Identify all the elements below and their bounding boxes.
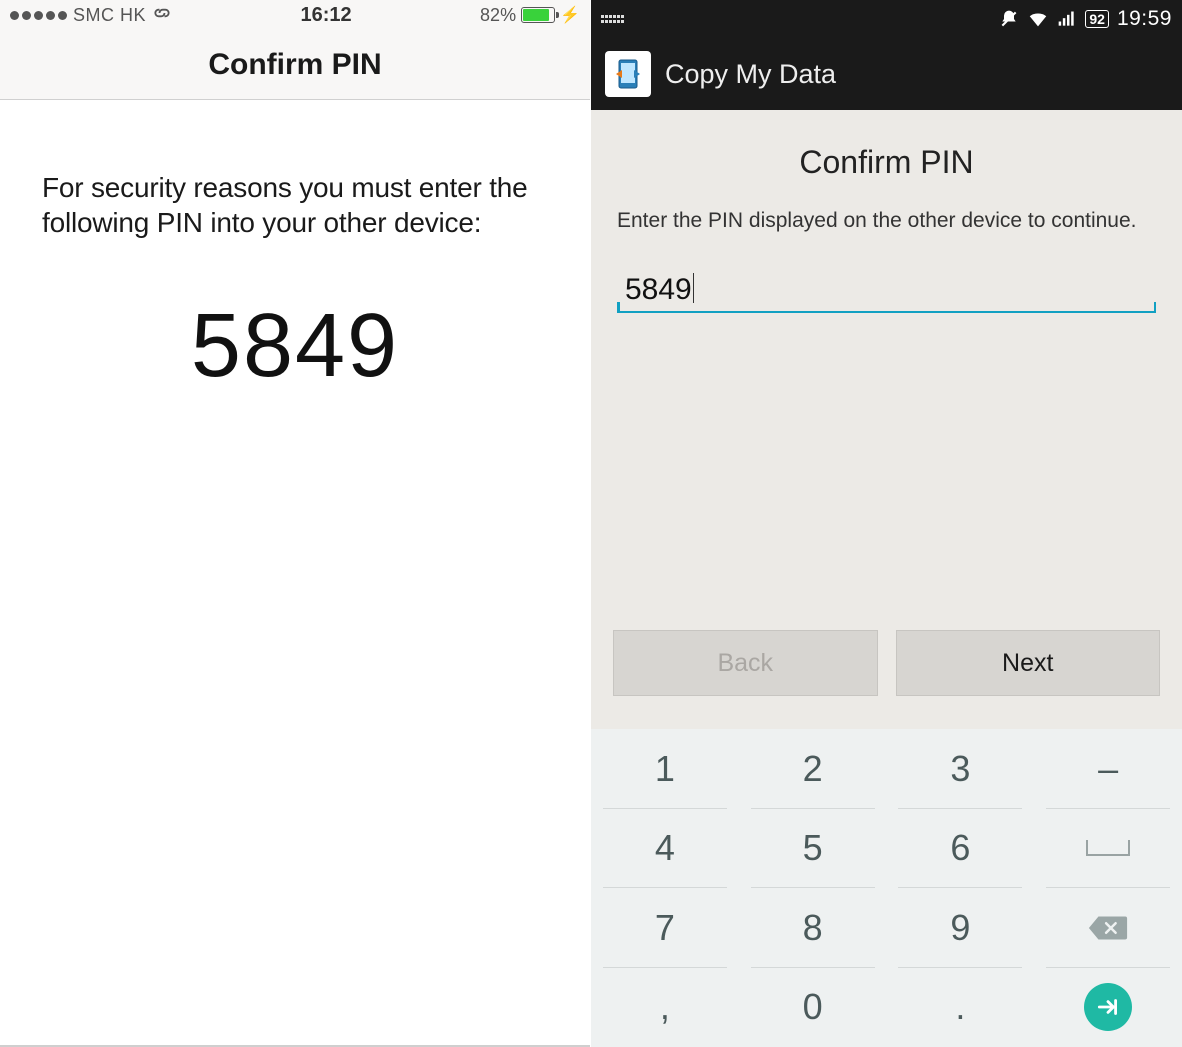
carrier-label: SMC HK [73,5,146,26]
nav-buttons: Back Next [591,630,1182,696]
key-4[interactable]: 4 [591,809,739,889]
ios-clock: 16:12 [300,4,351,27]
mute-icon [999,9,1019,29]
pin-display: 5849 [42,295,548,398]
text-cursor [693,273,695,303]
key-go[interactable] [1034,968,1182,1047]
ios-screen: SMC HK 16:12 82% ⚡ Confirm PIN For secur… [0,0,591,1047]
ios-status-left: SMC HK [10,3,172,28]
charging-bolt-icon: ⚡ [560,5,580,25]
app-title: Copy My Data [665,59,836,90]
android-content: Confirm PIN Enter the PIN displayed on t… [591,110,1182,313]
page-subtext: Enter the PIN displayed on the other dev… [617,207,1156,235]
key-space[interactable] [1034,809,1182,889]
battery-percent-label: 82% [480,5,516,26]
android-status-right: 92 19:59 [999,7,1172,31]
key-backspace[interactable] [1034,888,1182,968]
spacebar-icon [1086,840,1130,856]
ios-status-bar: SMC HK 16:12 82% ⚡ [0,0,590,30]
key-comma[interactable]: , [591,968,739,1047]
nav-title: Confirm PIN [208,48,381,82]
key-0[interactable]: 0 [739,968,887,1047]
key-5[interactable]: 5 [739,809,887,889]
pin-input-wrap[interactable]: 5849 [617,273,1156,313]
app-icon [605,51,651,97]
keyboard-indicator-icon [601,15,624,23]
key-6[interactable]: 6 [887,809,1035,889]
key-dash[interactable]: – [1034,729,1182,809]
go-icon [1084,983,1132,1031]
app-bar: Copy My Data [591,38,1182,110]
instruction-text: For security reasons you must enter the … [42,170,548,240]
key-7[interactable]: 7 [591,888,739,968]
ios-status-right: 82% ⚡ [480,5,580,26]
android-clock: 19:59 [1117,7,1172,31]
key-9[interactable]: 9 [887,888,1035,968]
key-3[interactable]: 3 [887,729,1035,809]
key-dot[interactable]: . [887,968,1035,1047]
key-1[interactable]: 1 [591,729,739,809]
ios-body: For security reasons you must enter the … [0,100,590,398]
numeric-keypad: 1 2 3 – 4 5 6 7 8 9 , 0 . [591,729,1182,1047]
personal-hotspot-icon [152,3,172,28]
ios-nav-bar: Confirm PIN [0,30,590,100]
key-2[interactable]: 2 [739,729,887,809]
back-button[interactable]: Back [613,630,878,696]
signal-dots-icon [10,11,67,20]
android-screen: 92 19:59 Copy My Data Confirm PIN Enter … [591,0,1182,1047]
android-status-bar: 92 19:59 [591,0,1182,38]
battery-level-label: 92 [1085,10,1109,28]
page-heading: Confirm PIN [617,144,1156,181]
cellular-signal-icon [1057,9,1077,29]
pin-input[interactable]: 5849 [625,273,692,306]
battery-icon [521,7,555,23]
key-8[interactable]: 8 [739,888,887,968]
wifi-icon [1027,8,1049,30]
next-button[interactable]: Next [896,630,1161,696]
